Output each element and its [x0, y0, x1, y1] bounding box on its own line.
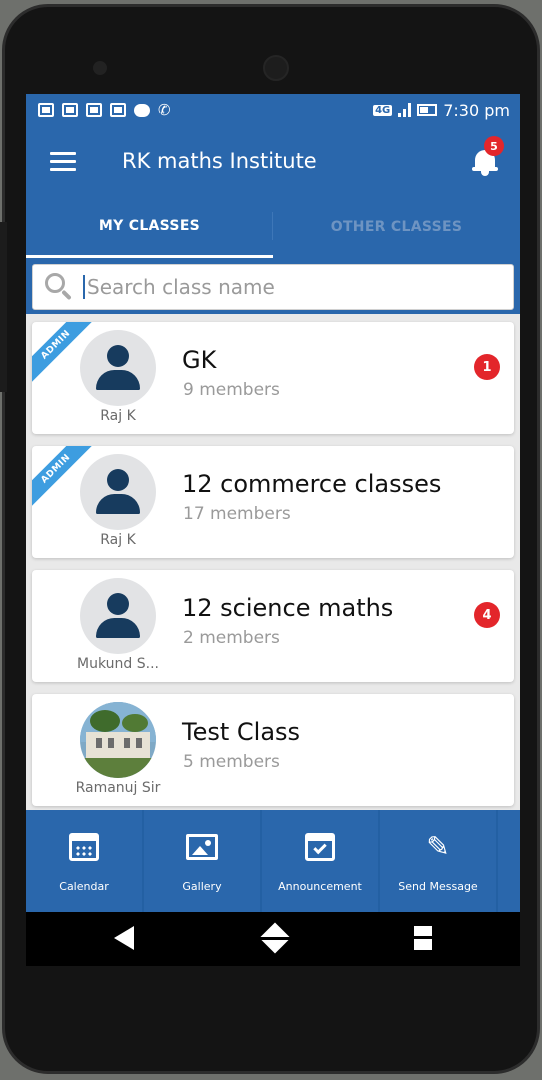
class-tabs: MY CLASSES OTHER CLASSES — [26, 196, 520, 258]
class-members: 9 members — [183, 380, 280, 400]
phone-camera — [263, 55, 289, 81]
call-notification-icon: ✆ — [158, 101, 171, 119]
nav-label: Calendar — [59, 880, 109, 893]
person-icon — [80, 454, 156, 530]
class-card[interactable]: ADMIN Raj K GK 9 members 1 — [32, 322, 514, 434]
class-name: GK — [182, 346, 217, 374]
class-list: ADMIN Raj K GK 9 members 1 ADMIN Raj K 1… — [26, 314, 520, 806]
pencil-icon: ✎ — [426, 830, 450, 863]
announcement-icon — [305, 833, 335, 861]
class-photo — [80, 702, 156, 778]
nav-calendar[interactable]: Calendar — [26, 810, 144, 912]
android-nav-bar — [26, 912, 520, 966]
notification-count-badge: 5 — [484, 136, 504, 156]
class-members: 17 members — [183, 504, 291, 524]
app-screen: ✆ 4G 7:30 pm RK maths Institute 5 MY CLA… — [26, 94, 520, 966]
class-owner: Mukund S... — [77, 656, 159, 672]
person-icon — [80, 578, 156, 654]
class-members: 2 members — [183, 628, 280, 648]
gallery-icon — [186, 834, 218, 860]
phone-side-button — [0, 222, 7, 392]
battery-icon — [417, 104, 438, 116]
class-name: Test Class — [182, 718, 301, 746]
class-members: 5 members — [183, 752, 280, 772]
class-card[interactable]: Ramanuj Sir Test Class 5 members — [32, 694, 514, 806]
menu-icon[interactable] — [50, 151, 76, 171]
signal-icon — [398, 103, 412, 117]
phone-speaker — [93, 61, 107, 75]
mail-notification-icon — [62, 103, 78, 117]
tab-my-classes[interactable]: MY CLASSES — [26, 196, 273, 258]
app-bar: RK maths Institute 5 — [26, 126, 520, 196]
tab-other-classes[interactable]: OTHER CLASSES — [273, 196, 520, 258]
nav-send-message[interactable]: ✎ Send Message — [380, 810, 498, 912]
class-card[interactable]: Mukund S... 12 science maths 2 members 4 — [32, 570, 514, 682]
class-name: 12 science maths — [182, 594, 394, 622]
search-icon — [41, 270, 75, 304]
status-bar: ✆ 4G 7:30 pm — [26, 94, 520, 126]
mail-notification-icon — [110, 103, 126, 117]
person-icon — [80, 330, 156, 406]
search-container — [26, 258, 520, 314]
class-name: 12 commerce classes — [182, 470, 442, 498]
nav-label: Announcement — [278, 880, 362, 893]
search-input[interactable] — [83, 275, 483, 299]
mail-notification-icon — [38, 103, 54, 117]
app-title: RK maths Institute — [122, 149, 317, 173]
nav-label: Send Message — [398, 880, 478, 893]
class-owner: Raj K — [100, 532, 136, 548]
clock: 7:30 pm — [443, 100, 510, 120]
unread-badge: 1 — [474, 354, 500, 380]
class-owner: Ramanuj Sir — [75, 780, 161, 796]
search-box[interactable] — [32, 264, 514, 310]
nav-announcement[interactable]: Announcement — [262, 810, 380, 912]
mail-notification-icon — [86, 103, 102, 117]
notifications-button[interactable]: 5 — [472, 136, 504, 176]
class-card[interactable]: ADMIN Raj K 12 commerce classes 17 membe… — [32, 446, 514, 558]
unread-badge: 4 — [474, 602, 500, 628]
network-type: 4G — [373, 104, 393, 116]
nav-label: Gallery — [182, 880, 222, 893]
bottom-nav: Calendar Gallery Announcement ✎ Send Mes… — [26, 810, 520, 912]
notification-icons: ✆ — [38, 101, 171, 119]
nav-gallery[interactable]: Gallery — [144, 810, 262, 912]
chat-notification-icon — [134, 103, 150, 117]
back-icon[interactable] — [114, 926, 134, 950]
class-owner: Raj K — [100, 408, 136, 424]
system-status: 4G 7:30 pm — [373, 101, 510, 120]
calendar-icon — [69, 833, 99, 861]
